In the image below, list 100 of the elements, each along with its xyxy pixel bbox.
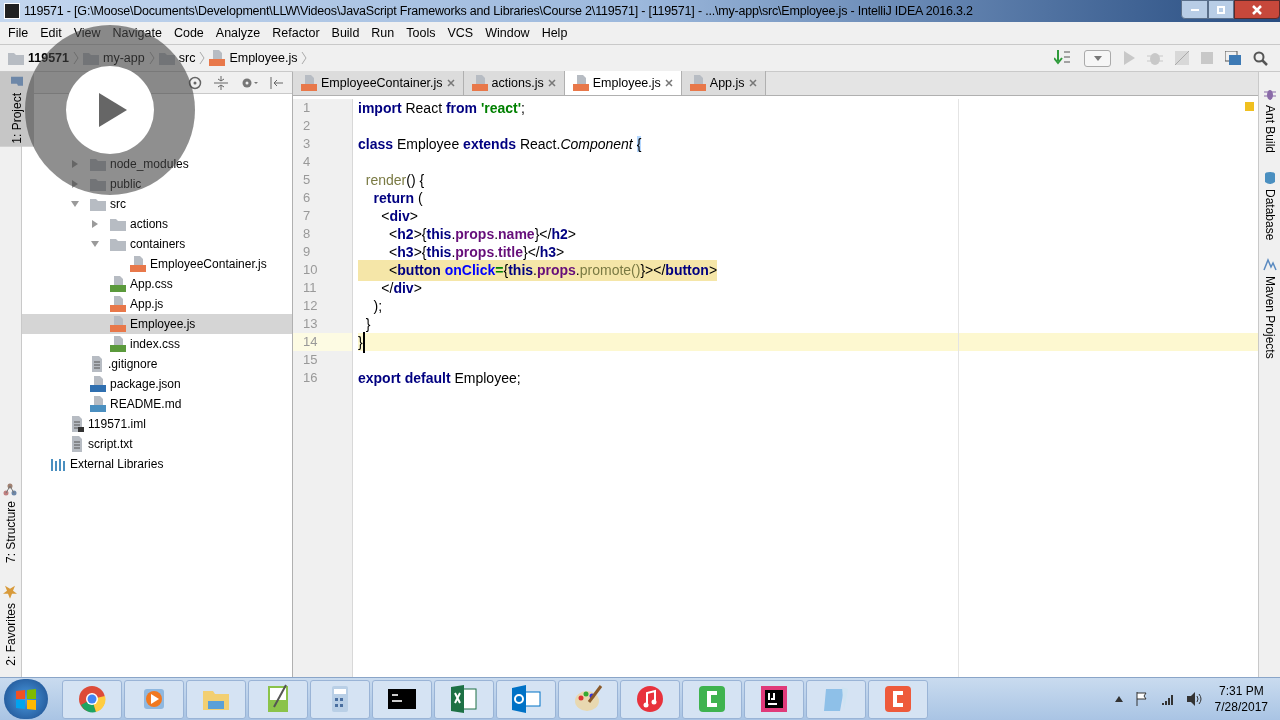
app-logo-icon (4, 3, 20, 19)
tree-label: src (110, 196, 126, 213)
file-icon (689, 75, 706, 91)
tree-row[interactable]: public (22, 174, 292, 194)
locate-icon[interactable] (188, 75, 202, 90)
tree-label: EmployeeContainer.js (150, 256, 267, 273)
tree-label: App.js (130, 296, 164, 313)
file-icon (130, 256, 146, 272)
tree-row[interactable]: Employee.js (22, 314, 292, 334)
folder-icon (158, 51, 175, 65)
tool-window-tab[interactable]: Database (1252, 168, 1280, 244)
line-number: 9 (303, 243, 311, 262)
search-icon[interactable] (1253, 50, 1268, 66)
tree-row[interactable]: package.json (22, 374, 292, 394)
file-icon (90, 356, 104, 372)
file-icon (471, 75, 488, 91)
menu-item[interactable]: Help (535, 23, 574, 43)
folder-icon (10, 75, 24, 89)
tree-label: 119571.iml (88, 416, 146, 433)
app-icon (634, 683, 666, 715)
tool-window-tab[interactable]: 2: Favorites (0, 582, 21, 669)
editor-tab[interactable]: actions.js (463, 71, 565, 95)
flag-icon[interactable] (1134, 692, 1149, 706)
menu-item[interactable]: Refactor (266, 23, 326, 43)
app-icon (76, 683, 108, 715)
collapse-all-icon[interactable] (214, 75, 228, 90)
tool-window-tab[interactable]: 1: Project (0, 72, 34, 147)
tree-row[interactable]: App.js (22, 294, 292, 314)
close-tab-icon[interactable] (547, 79, 556, 87)
file-icon (70, 436, 84, 452)
minimize-button[interactable] (1181, 0, 1208, 19)
editor-tab[interactable]: EmployeeContainer.js (293, 71, 464, 95)
hide-panel-icon[interactable] (270, 75, 284, 90)
menu-item[interactable]: Window (479, 23, 536, 43)
editor-tab[interactable]: App.js (681, 71, 766, 95)
tree-row[interactable]: App.css (22, 274, 292, 294)
menu-item[interactable]: Code (167, 23, 210, 43)
tree-row[interactable]: External Libraries (22, 454, 292, 474)
library-icon (50, 457, 66, 471)
maven-icon (1262, 258, 1277, 273)
database-icon (1262, 171, 1277, 186)
app-icon (758, 683, 790, 715)
menu-item[interactable]: Tools (400, 23, 442, 43)
taskbar-button[interactable] (744, 679, 804, 719)
menu-item[interactable]: View (67, 23, 107, 43)
tree-row[interactable]: script.txt (22, 434, 292, 454)
taskbar-button[interactable] (372, 679, 432, 719)
line-number: 8 (303, 225, 311, 244)
show-hidden-icons-icon[interactable] (1114, 696, 1123, 702)
tree-label: .gitignore (108, 356, 158, 373)
tree-row[interactable]: src (22, 194, 292, 214)
download-icon[interactable] (1054, 50, 1072, 66)
breadcrumb[interactable]: my-app (83, 48, 159, 68)
volume-icon[interactable] (1186, 692, 1203, 706)
project-structure-icon[interactable] (1225, 51, 1241, 65)
close-icon (1252, 4, 1262, 15)
menu-item[interactable]: VCS (441, 23, 480, 43)
tree-row[interactable]: README.md (22, 394, 292, 414)
code-line: class Employee extends React.Component { (358, 134, 642, 154)
start-button[interactable] (4, 679, 48, 719)
folder-icon (90, 177, 106, 191)
signal-icon[interactable] (1160, 693, 1175, 705)
close-tab-icon[interactable] (664, 79, 673, 87)
star-icon (3, 585, 18, 600)
tree-label: Employee.js (130, 316, 196, 333)
folder-icon (110, 217, 126, 231)
tool-window-tab[interactable]: Ant Build (1252, 84, 1280, 157)
menu-item[interactable]: File (2, 23, 35, 43)
folder-icon (110, 237, 126, 251)
code-line: return ( (372, 188, 423, 208)
tree-row[interactable]: .gitignore (22, 354, 292, 374)
close-tab-icon[interactable] (748, 79, 757, 87)
code-line: import React from 'react'; (358, 98, 525, 118)
tree-row[interactable]: containers (22, 234, 292, 254)
menu-item[interactable]: Analyze (209, 23, 267, 43)
run-config-dropdown[interactable] (1084, 49, 1111, 67)
tree-row[interactable]: index.css (22, 334, 292, 354)
breadcrumb[interactable]: Employee.js (209, 48, 312, 68)
menu-item[interactable]: Build (325, 23, 366, 43)
line-number: 10 (303, 261, 318, 280)
tool-window-tab[interactable]: Maven Projects (1252, 255, 1280, 363)
breadcrumb[interactable]: src (158, 48, 210, 68)
menu-item[interactable]: Edit (34, 23, 68, 43)
tool-window-tab[interactable]: 7: Structure (0, 480, 21, 567)
tree-row[interactable]: actions (22, 214, 292, 234)
menu-item[interactable]: Run (365, 23, 401, 43)
line-number: 13 (303, 315, 318, 334)
caret-icon (1093, 55, 1102, 61)
close-tab-icon[interactable] (446, 79, 455, 87)
folder-icon (90, 157, 106, 171)
editor-tab[interactable]: Employee.js (564, 71, 682, 95)
tree-row[interactable]: 119571.iml (22, 414, 292, 434)
line-number: 7 (303, 207, 311, 226)
close-button[interactable] (1234, 0, 1280, 19)
tree-row[interactable]: EmployeeContainer.js (22, 254, 292, 274)
restore-button[interactable] (1208, 0, 1234, 19)
code-line: } (364, 314, 371, 334)
app-icon (882, 683, 914, 715)
line-number: 14 (303, 333, 318, 352)
file-icon (70, 416, 84, 432)
